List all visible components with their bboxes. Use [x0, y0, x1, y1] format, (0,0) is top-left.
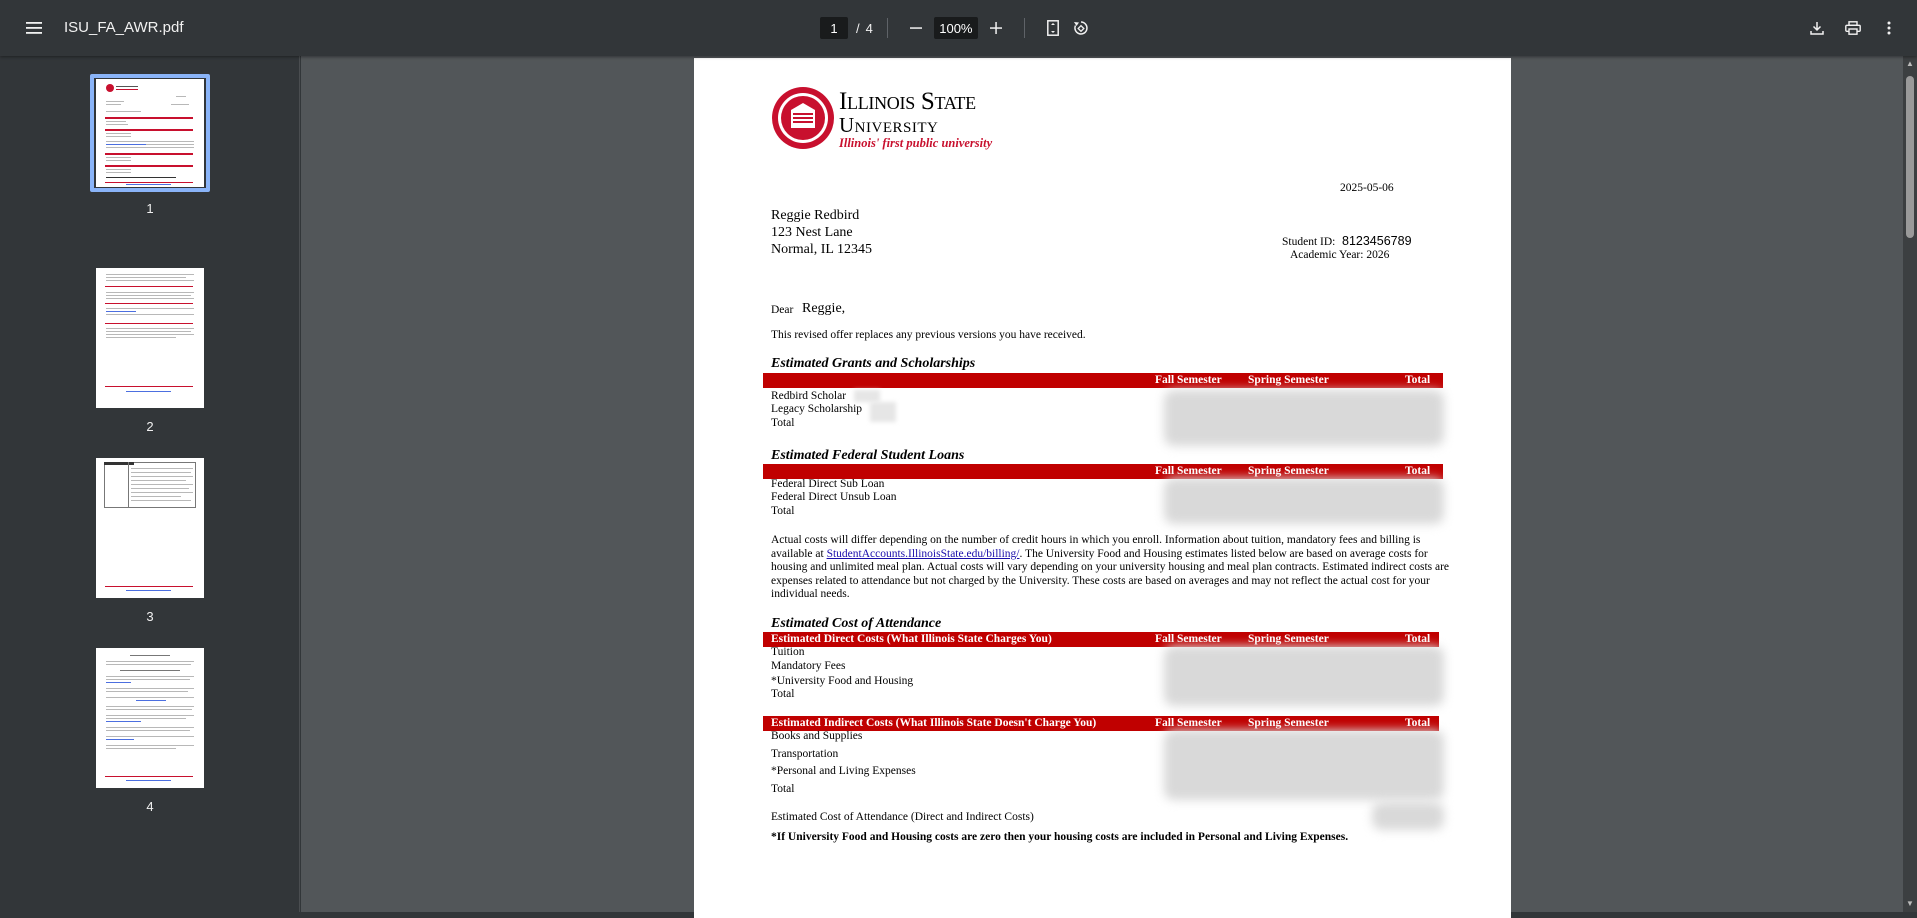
- col-spring: Spring Semester: [1248, 717, 1329, 729]
- address-city: Normal, IL 12345: [771, 242, 872, 257]
- col-total: Total: [1405, 633, 1431, 645]
- grants-section-title: Estimated Grants and Scholarships: [771, 356, 976, 371]
- zoom-out-button[interactable]: [902, 14, 930, 42]
- col-spring: Spring Semester: [1248, 633, 1329, 645]
- direct-cost-row-label: *University Food and Housing: [771, 675, 914, 687]
- page-controls: / 4: [820, 16, 1095, 40]
- toolbar-divider: [886, 18, 888, 38]
- logo-tagline: Illinois' first public university: [839, 136, 993, 150]
- minus-icon: [909, 27, 922, 29]
- grant-row-label: Redbird Scholar: [771, 390, 847, 402]
- grant-row-label: Total: [771, 417, 795, 429]
- direct-costs-header-bar: Estimated Direct Costs (What Illinois St…: [763, 632, 1439, 647]
- page-total: 4: [865, 20, 873, 36]
- col-fall: Fall Semester: [1155, 374, 1222, 386]
- rotate-icon: [1073, 21, 1088, 35]
- thumbnail-image: [96, 458, 204, 598]
- col-total: Total: [1405, 717, 1431, 729]
- thumbnail-label: 4: [146, 799, 154, 814]
- direct-cost-row-label: Mandatory Fees: [771, 660, 846, 672]
- redacted-amounts: [1164, 646, 1444, 706]
- col-spring: Spring Semester: [1248, 374, 1329, 386]
- student-id-label: Student ID:: [1282, 236, 1336, 248]
- download-button[interactable]: [1803, 14, 1831, 42]
- redacted-value: [854, 390, 880, 402]
- thumbnail-sidebar: 1 2 3 4: [0, 56, 300, 912]
- page-number-input[interactable]: [820, 17, 848, 39]
- redacted-amounts: [1164, 478, 1444, 524]
- thumbnail-image: [96, 79, 204, 187]
- col-total: Total: [1405, 374, 1431, 386]
- indirect-cost-row-label: *Personal and Living Expenses: [771, 765, 916, 777]
- zoom-input[interactable]: [933, 17, 978, 39]
- loan-row-label: Total: [771, 505, 795, 517]
- billing-link[interactable]: StudentAccounts.IllinoisState.edu/billin…: [827, 548, 1020, 560]
- indirect-cost-row-label: Transportation: [771, 748, 839, 760]
- scroll-down-icon[interactable]: ▼: [1906, 900, 1914, 908]
- col-fall: Fall Semester: [1155, 717, 1222, 729]
- thumbnail-label: 1: [146, 201, 154, 216]
- direct-cost-row-label: Total: [771, 688, 795, 700]
- page-separator: /: [856, 20, 860, 36]
- coa-section-title: Estimated Cost of Attendance: [771, 616, 942, 631]
- scroll-up-icon[interactable]: ▲: [1906, 60, 1914, 68]
- redacted-amounts: [1164, 730, 1444, 800]
- cost-info-paragraph: Actual costs will differ depending on th…: [771, 534, 1451, 602]
- university-seal-icon: [772, 87, 834, 149]
- print-icon: [1845, 21, 1861, 35]
- address-street: 123 Nest Lane: [771, 225, 853, 240]
- thumbnail-image: [96, 268, 204, 408]
- indirect-costs-header: Estimated Indirect Costs (What Illinois …: [771, 717, 1097, 729]
- toolbar-divider: [1023, 18, 1025, 38]
- thumbnail-image: [96, 648, 204, 788]
- letter-date: 2025-05-06: [1340, 182, 1394, 194]
- col-fall: Fall Semester: [1155, 633, 1222, 645]
- redacted-amounts: [1164, 390, 1444, 446]
- toolbar-right: [1803, 14, 1903, 42]
- footnote: *If University Food and Housing costs ar…: [771, 831, 1349, 843]
- direct-costs-header: Estimated Direct Costs (What Illinois St…: [771, 633, 1052, 645]
- fit-to-page-button[interactable]: [1039, 14, 1067, 42]
- download-icon: [1810, 22, 1824, 35]
- print-button[interactable]: [1839, 14, 1867, 42]
- col-spring: Spring Semester: [1248, 465, 1329, 477]
- more-vert-icon: [1887, 21, 1891, 35]
- direct-cost-row-label: Tuition: [771, 646, 805, 658]
- pdf-page: Illinois State University Illinois' firs…: [694, 58, 1511, 918]
- loan-row-label: Federal Direct Sub Loan: [771, 478, 885, 490]
- address-name: Reggie Redbird: [771, 208, 860, 223]
- pdf-toolbar: ISU_FA_AWR.pdf / 4: [0, 0, 1917, 56]
- col-total: Total: [1405, 465, 1431, 477]
- indirect-costs-header-bar: Estimated Indirect Costs (What Illinois …: [763, 716, 1439, 731]
- loan-row-label: Federal Direct Unsub Loan: [771, 491, 897, 503]
- grant-row-label: Legacy Scholarship: [771, 403, 863, 415]
- zoom-in-button[interactable]: [982, 14, 1010, 42]
- logo-text-line2: University: [839, 113, 939, 137]
- student-id-value: 8123456789: [1342, 234, 1412, 248]
- redacted-value: [870, 402, 896, 422]
- logo-text-line1: Illinois State: [839, 88, 976, 115]
- loans-section-title: Estimated Federal Student Loans: [771, 448, 965, 463]
- file-name: ISU_FA_AWR.pdf: [64, 19, 184, 36]
- col-fall: Fall Semester: [1155, 465, 1222, 477]
- grants-header-bar: Fall Semester Spring Semester Total: [763, 373, 1443, 388]
- academic-year: Academic Year: 2026: [1290, 249, 1390, 261]
- fit-page-icon: [1046, 20, 1059, 36]
- thumbnail-label: 2: [146, 419, 154, 434]
- coa-total-label: Estimated Cost of Attendance (Direct and…: [771, 811, 1034, 823]
- indirect-cost-row-label: Total: [771, 783, 795, 795]
- redacted-amount: [1372, 802, 1444, 830]
- salutation-name: Reggie,: [802, 301, 846, 316]
- scrollbar-thumb[interactable]: [1906, 76, 1914, 238]
- salutation: Dear: [771, 304, 794, 316]
- loans-header-bar: Fall Semester Spring Semester Total: [763, 464, 1443, 479]
- more-options-button[interactable]: [1875, 14, 1903, 42]
- intro-text: This revised offer replaces any previous…: [771, 329, 1086, 341]
- plus-icon: [989, 22, 1002, 34]
- menu-icon[interactable]: [20, 14, 48, 42]
- rotate-button[interactable]: [1067, 14, 1095, 42]
- viewer-scrollbar[interactable]: ▲ ▼: [1903, 56, 1917, 912]
- indirect-cost-row-label: Books and Supplies: [771, 730, 863, 742]
- thumbnail-label: 3: [146, 609, 154, 624]
